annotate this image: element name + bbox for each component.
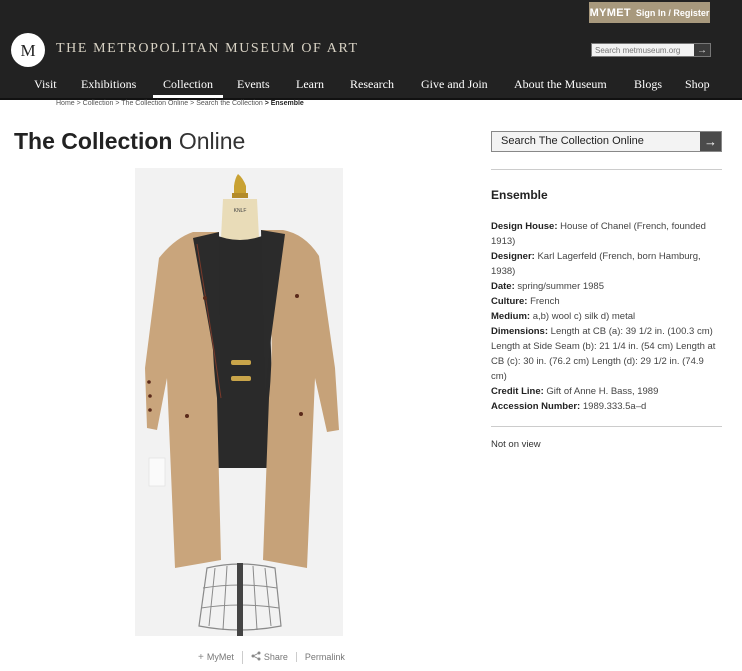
nav-visit[interactable]: Visit (34, 77, 57, 92)
detail-value: 1989.333.5a–d (582, 401, 647, 412)
permalink-button[interactable]: Permalink (295, 652, 353, 662)
detail-key: Medium: (491, 311, 531, 322)
detail-key: Designer: (491, 251, 535, 262)
ensemble-photo: KNLF (135, 168, 343, 636)
breadcrumb-collection[interactable]: > Collection (77, 100, 114, 107)
artwork-image[interactable]: KNLF (135, 168, 343, 636)
met-logo-icon: M (14, 36, 42, 64)
nav-learn[interactable]: Learn (296, 77, 324, 92)
view-status: Not on view (491, 439, 541, 450)
main-nav: Visit Exhibitions Collection Events Lear… (0, 75, 742, 98)
detail-designer: Designer: Karl Lagerfeld (French, born H… (491, 249, 722, 279)
nav-give-and-join[interactable]: Give and Join (421, 77, 488, 92)
detail-culture: Culture: French (491, 294, 722, 309)
divider (491, 169, 722, 170)
page-title: The Collection Online (14, 128, 245, 155)
nav-about-the-museum[interactable]: About the Museum (514, 77, 607, 92)
detail-value: spring/summer 1985 (517, 281, 605, 292)
image-actions: + MyMet Share Permalink (190, 650, 353, 664)
object-details: Design House: House of Chanel (French, f… (491, 219, 722, 414)
detail-key: Date: (491, 281, 515, 292)
breadcrumb-collection-online[interactable]: > The Collection Online (115, 100, 188, 107)
share-label: Share (263, 652, 288, 662)
detail-key: Culture: (491, 296, 528, 307)
mymet-label[interactable]: MYMET (590, 7, 631, 19)
mannequin-tag: KNLF (234, 208, 247, 214)
share-icon (251, 651, 261, 664)
nav-shop[interactable]: Shop (685, 77, 710, 92)
mymet-action-label: MyMet (206, 652, 234, 662)
detail-key: Accession Number: (491, 401, 581, 412)
nav-collection[interactable]: Collection (153, 77, 223, 98)
plus-icon: + (198, 651, 204, 663)
nav-exhibitions[interactable]: Exhibitions (81, 77, 136, 92)
collection-search-label[interactable]: Search The Collection Online (492, 132, 700, 151)
site-search-input[interactable] (592, 44, 694, 56)
detail-credit-line: Credit Line: Gift of Anne H. Bass, 1989 (491, 384, 722, 399)
divider (491, 426, 722, 427)
breadcrumb-current: > Ensemble (264, 100, 304, 107)
site-header: MYMET Sign In / Register M THE METROPOLI… (0, 0, 742, 100)
site-search: → (591, 43, 711, 57)
detail-value: French (530, 296, 560, 307)
page-title-light: Online (178, 128, 246, 154)
breadcrumb: Home > Collection > The Collection Onlin… (56, 100, 304, 107)
detail-key: Design House: (491, 221, 558, 232)
logo-letter: M (20, 41, 35, 60)
museum-name[interactable]: THE METROPOLITAN MUSEUM OF ART (56, 41, 359, 57)
page-title-bold: The Collection (14, 128, 173, 154)
detail-accession-number: Accession Number: 1989.333.5a–d (491, 399, 722, 414)
detail-design-house: Design House: House of Chanel (French, f… (491, 219, 722, 249)
site-search-go-button[interactable]: → (694, 44, 710, 56)
nav-research[interactable]: Research (350, 77, 394, 92)
mymet-bar[interactable]: MYMET Sign In / Register (589, 2, 710, 23)
detail-value: a,b) wool c) silk d) metal (532, 311, 636, 322)
detail-key: Credit Line: (491, 386, 544, 397)
detail-medium: Medium: a,b) wool c) silk d) metal (491, 309, 722, 324)
share-button[interactable]: Share (241, 650, 296, 664)
breadcrumb-home[interactable]: Home (56, 100, 75, 107)
object-title: Ensemble (491, 188, 548, 202)
add-to-mymet-button[interactable]: + MyMet (190, 652, 242, 663)
detail-key: Dimensions: (491, 326, 549, 337)
detail-dimensions: Dimensions: Length at CB (a): 39 1/2 in.… (491, 324, 722, 384)
collection-search[interactable]: Search The Collection Online → (491, 131, 722, 152)
permalink-label: Permalink (304, 652, 345, 662)
detail-date: Date: spring/summer 1985 (491, 279, 722, 294)
nav-events[interactable]: Events (237, 77, 270, 92)
nav-blogs[interactable]: Blogs (634, 77, 662, 92)
met-logo[interactable]: M (11, 33, 45, 67)
arrow-right-icon[interactable]: → (700, 132, 721, 151)
sign-in-register-link[interactable]: Sign In / Register (636, 8, 710, 18)
breadcrumb-search[interactable]: > Search the Collection (190, 100, 263, 107)
detail-value: Gift of Anne H. Bass, 1989 (546, 386, 659, 397)
